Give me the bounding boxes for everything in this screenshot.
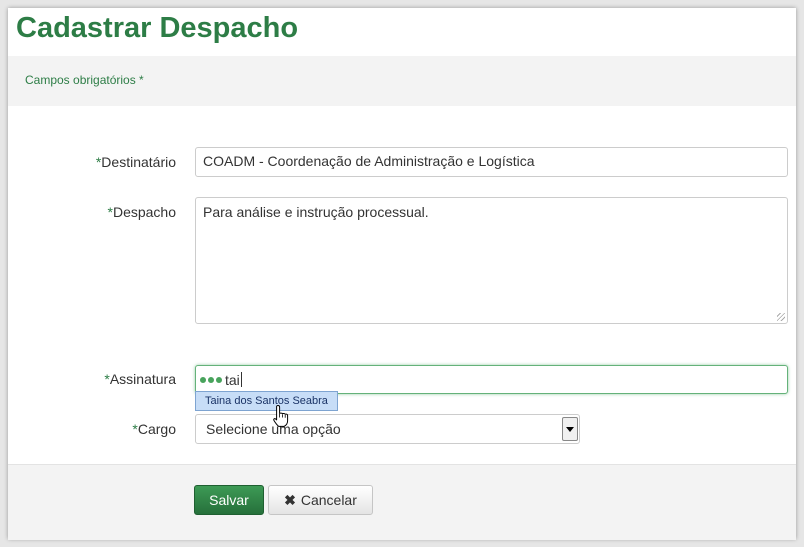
required-note-bar: Campos obrigatórios *	[8, 56, 796, 106]
loading-dots-icon	[200, 376, 222, 383]
cancel-label: Cancelar	[300, 492, 357, 508]
cancel-button[interactable]: ✖ Cancelar	[268, 485, 373, 515]
despacho-value: Para análise e instrução processual.	[203, 204, 429, 220]
chevron-down-icon[interactable]	[562, 417, 578, 441]
required-note: Campos obrigatórios *	[25, 73, 144, 87]
assinatura-input[interactable]: tai	[195, 365, 788, 394]
cargo-select[interactable]: Selecione uma opção	[195, 414, 580, 444]
form-panel: Cadastrar Despacho Campos obrigatórios *…	[8, 8, 796, 540]
assinatura-label: *Assinatura	[104, 371, 176, 387]
text-caret	[240, 372, 242, 387]
assinatura-value: tai	[225, 371, 240, 388]
page-title: Cadastrar Despacho	[16, 12, 299, 44]
save-button[interactable]: Salvar	[194, 485, 264, 515]
despacho-textarea[interactable]: Para análise e instrução processual.	[195, 197, 788, 324]
despacho-label: *Despacho	[107, 204, 177, 220]
close-icon: ✖	[284, 491, 296, 508]
autocomplete-suggestion[interactable]: Taina dos Santos Seabra	[195, 391, 338, 411]
destinatario-field[interactable]: COADM - Coordenação de Administração e L…	[195, 147, 788, 177]
form-footer: Salvar ✖ Cancelar	[8, 464, 796, 540]
hand-cursor-icon	[273, 405, 289, 427]
resize-grip-icon[interactable]	[777, 313, 785, 321]
cargo-label: *Cargo	[132, 421, 176, 437]
destinatario-label: *Destinatário	[95, 154, 176, 170]
destinatario-value: COADM - Coordenação de Administração e L…	[203, 153, 535, 169]
